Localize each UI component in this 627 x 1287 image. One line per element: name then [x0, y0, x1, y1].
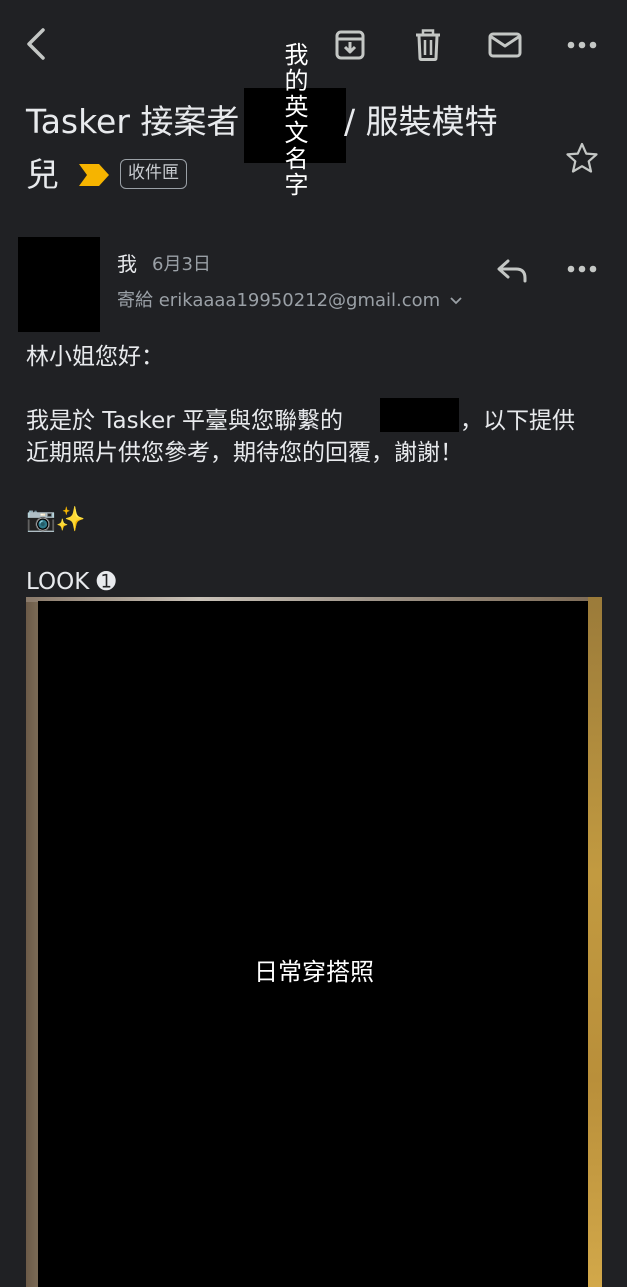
trash-icon: [416, 29, 440, 61]
archive-icon: [335, 30, 365, 60]
photo-caption: 日常穿搭照: [254, 958, 374, 986]
message-more-button[interactable]: [562, 254, 602, 284]
more-icon: [567, 41, 597, 49]
star-icon: [566, 142, 598, 173]
body-paragraph-line-1b: ，以下提供: [460, 408, 575, 434]
sender-name: 我: [117, 252, 137, 276]
inbox-label-chip[interactable]: 收件匣: [120, 159, 187, 189]
importance-marker-icon: [79, 164, 109, 190]
star-button[interactable]: [562, 138, 602, 178]
archive-button[interactable]: [330, 26, 370, 64]
more-options-button[interactable]: [562, 30, 602, 60]
greeting-text: 林小姐您好：: [26, 344, 164, 370]
reply-button[interactable]: [492, 254, 532, 288]
look-title: LOOK ➊: [26, 569, 116, 595]
delete-button[interactable]: [408, 26, 448, 64]
subject-line-1-suffix: / 服裝模特: [344, 102, 498, 141]
outfit-photo[interactable]: 日常穿搭照: [26, 597, 602, 1287]
body-paragraph-line-1a: 我是於 Tasker 平臺與您聯繫的: [26, 408, 344, 434]
redacted-sender-name: [380, 398, 459, 432]
reply-icon: [497, 259, 527, 283]
emoji-line: 📷✨: [26, 505, 86, 533]
photo-redaction: [38, 601, 588, 1287]
message-date: 6月3日: [152, 254, 211, 275]
sender-avatar[interactable]: [18, 237, 100, 332]
subject-line-1-prefix: Tasker 接案者: [26, 102, 240, 141]
more-icon: [567, 265, 597, 273]
recipient-email: erikaaaa19950212@gmail.com: [158, 290, 441, 311]
recipient-details-toggle[interactable]: 寄給 erikaaaa19950212@gmail.com: [117, 286, 462, 311]
mail-icon: [488, 32, 522, 58]
subject-line-2: 兒: [26, 155, 59, 194]
chevron-down-icon: [450, 297, 462, 305]
body-paragraph-line-2: 近期照片供您參考，期待您的回覆，謝謝！: [26, 440, 463, 466]
back-icon: [27, 28, 45, 60]
recipient-prefix: 寄給: [117, 290, 153, 311]
back-button[interactable]: [18, 24, 54, 64]
photo-right-edge: [588, 597, 602, 1287]
mark-unread-button[interactable]: [484, 26, 526, 64]
redaction-annotation: 我的英文名字: [280, 42, 308, 198]
